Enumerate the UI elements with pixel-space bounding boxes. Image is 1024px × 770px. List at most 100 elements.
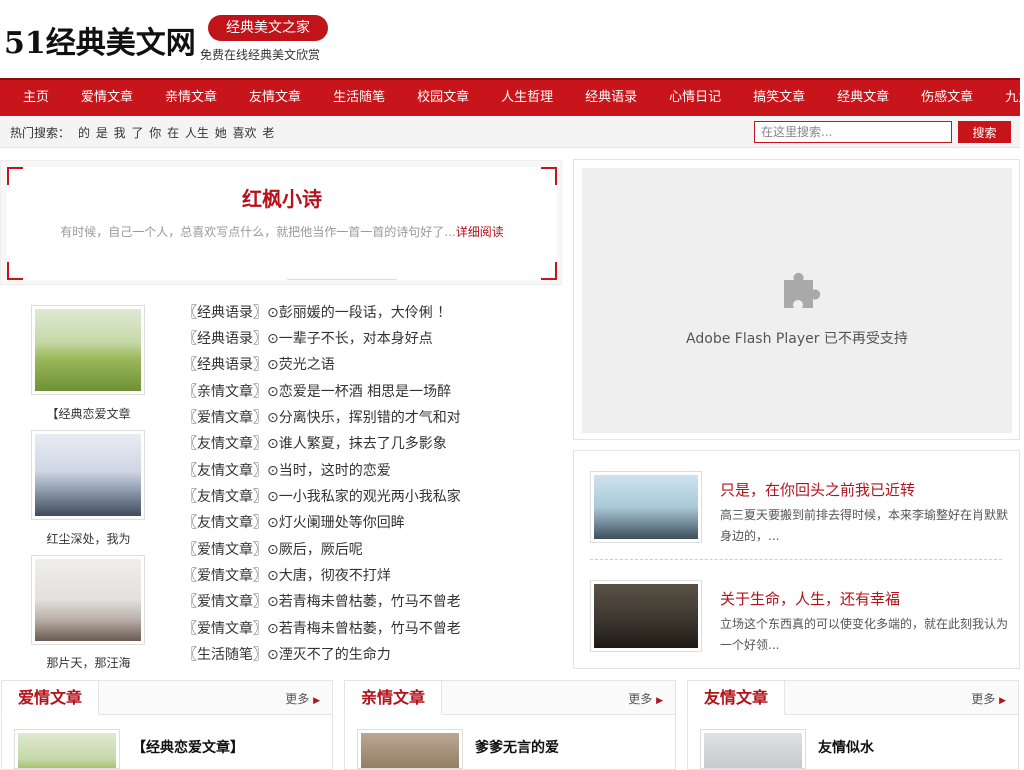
search-input[interactable] bbox=[754, 121, 952, 143]
article-category: 〖经典语录〗 bbox=[183, 331, 267, 347]
article-title: ⊙一小我私家的观光两小我私家 bbox=[267, 489, 461, 505]
story-thumbnail[interactable] bbox=[590, 580, 702, 652]
nav-item-quotes[interactable]: 经典语录 bbox=[566, 80, 650, 116]
more-link-label: 更多 bbox=[285, 692, 310, 706]
article-category: 〖爱情文章〗 bbox=[183, 568, 267, 584]
article-title: ⊙大唐，彻夜不打烊 bbox=[267, 568, 391, 584]
article-title: ⊙荧光之语 bbox=[267, 357, 335, 373]
category-tab[interactable]: 友情文章 bbox=[687, 680, 786, 715]
featured-article-title[interactable]: 红枫小诗 bbox=[7, 183, 557, 212]
thumbnail-caption[interactable]: 红尘深处，我为 bbox=[26, 530, 151, 547]
caret-right-icon: ▶ bbox=[656, 696, 663, 706]
list-item[interactable]: 〖友情文章〗⊙当时，这时的恋爱 bbox=[183, 460, 391, 480]
list-item[interactable]: 〖爱情文章〗⊙分离快乐，挥别错的才气和对 bbox=[183, 407, 461, 427]
list-item[interactable]: 〖友情文章〗⊙一小我私家的观光两小我私家 bbox=[183, 486, 461, 506]
flash-unsupported-message: Adobe Flash Player 已不再受支持 bbox=[686, 331, 908, 347]
thumbnail-caption[interactable]: 那片天，那汪海 bbox=[26, 654, 151, 671]
category-panel-header: 爱情文章 更多 ▶ bbox=[1, 680, 332, 715]
list-item[interactable]: 〖经典语录〗⊙彭丽媛的一段话，大伶俐 ！ bbox=[183, 302, 451, 322]
more-link[interactable]: 更多 ▶ bbox=[628, 690, 663, 707]
nav-item-jiujiu[interactable]: 九九文章 bbox=[986, 80, 1024, 116]
thumbnail-caption[interactable]: 【经典恋爱文章 bbox=[26, 405, 151, 422]
thumbnail-link[interactable] bbox=[31, 555, 145, 645]
flash-placeholder[interactable]: Adobe Flash Player 已不再受支持 bbox=[582, 168, 1012, 433]
list-item[interactable]: 〖生活随笔〗⊙湮灭不了的生命力 bbox=[183, 644, 391, 664]
nav-item-family[interactable]: 亲情文章 bbox=[146, 80, 230, 116]
nav-item-campus[interactable]: 校园文章 bbox=[398, 80, 482, 116]
hot-search-label: 热门搜索： bbox=[10, 126, 71, 140]
search-bar: 热门搜索： 的 是 我 了 你 在 人生 她 喜欢 老 搜索 bbox=[0, 116, 1020, 148]
list-item[interactable]: 〖爱情文章〗⊙若青梅未曾枯萎，竹马不曾老 bbox=[183, 591, 461, 611]
side-stories: 只是，在你回头之前我已近转 高三夏天要搬到前排去得时候，本来李瑜整好在肖默默身边… bbox=[573, 450, 1020, 669]
featured-article-card: 红枫小诗 有时候，自己一个人，总喜欢写点什么，就把他当作一首一首的诗句好了...… bbox=[7, 167, 557, 280]
nav-item-funny[interactable]: 搞笑文章 bbox=[734, 80, 818, 116]
tagline-subtitle: 免费在线经典美文欣赏 bbox=[200, 48, 321, 62]
more-link[interactable]: 更多 ▶ bbox=[971, 690, 1006, 707]
list-item[interactable]: 〖友情文章〗⊙灯火阑珊处等你回眸 bbox=[183, 512, 405, 532]
category-first-title[interactable]: 【经典恋爱文章】 bbox=[132, 737, 244, 757]
read-more-link[interactable]: 详细阅读 bbox=[456, 225, 504, 239]
thumbnail-link[interactable] bbox=[31, 305, 145, 395]
nav-item-classic[interactable]: 经典文章 bbox=[818, 80, 902, 116]
nav-item-friendship[interactable]: 友情文章 bbox=[230, 80, 314, 116]
main-nav: 主页 爱情文章 亲情文章 友情文章 生活随笔 校园文章 人生哲理 经典语录 心情… bbox=[0, 78, 1024, 116]
article-category: 〖友情文章〗 bbox=[183, 489, 267, 505]
category-panel-love: 爱情文章 更多 ▶ 【经典恋爱文章】 bbox=[1, 680, 333, 770]
article-category: 〖爱情文章〗 bbox=[183, 594, 267, 610]
list-item[interactable]: 〖爱情文章〗⊙若青梅未曾枯萎，竹马不曾老 bbox=[183, 618, 461, 638]
nav-item-love[interactable]: 爱情文章 bbox=[62, 80, 146, 116]
caret-right-icon: ▶ bbox=[999, 696, 1006, 706]
featured-article-desc: 有时候，自己一个人，总喜欢写点什么，就把他当作一首一首的诗句好了...详细阅读 bbox=[7, 223, 557, 240]
nav-item-home[interactable]: 主页 bbox=[4, 80, 62, 116]
category-tab[interactable]: 亲情文章 bbox=[344, 680, 443, 715]
hot-search-words[interactable]: 的 是 我 了 你 在 人生 她 喜欢 老 bbox=[78, 124, 274, 141]
nav-item-sad[interactable]: 伤感文章 bbox=[902, 80, 986, 116]
article-category: 〖经典语录〗 bbox=[183, 305, 267, 321]
thumbnail-link[interactable] bbox=[31, 430, 145, 520]
more-link-label: 更多 bbox=[628, 692, 653, 706]
nav-item-philosophy[interactable]: 人生哲理 bbox=[482, 80, 566, 116]
couple-on-bench-image bbox=[35, 309, 141, 391]
divider bbox=[590, 559, 1002, 560]
story-thumbnail[interactable] bbox=[590, 471, 702, 543]
more-link-label: 更多 bbox=[971, 692, 996, 706]
category-first-title[interactable]: 友情似水 bbox=[818, 737, 874, 757]
article-title: ⊙厥后，厥后呢 bbox=[267, 542, 363, 558]
category-first-title[interactable]: 爹爹无言的爱 bbox=[475, 737, 559, 757]
list-item[interactable]: 〖爱情文章〗⊙大唐，彻夜不打烊 bbox=[183, 565, 391, 585]
category-thumbnail[interactable] bbox=[357, 729, 463, 769]
story-title[interactable]: 关于生命，人生，还有幸福 bbox=[720, 588, 900, 609]
girl-by-sea-image bbox=[35, 559, 141, 641]
site-logo[interactable]: 51经典美文网 bbox=[4, 18, 196, 62]
article-title: ⊙当时，这时的恋爱 bbox=[267, 463, 391, 479]
list-item[interactable]: 〖爱情文章〗⊙厥后，厥后呢 bbox=[183, 539, 363, 559]
article-category: 〖爱情文章〗 bbox=[183, 542, 267, 558]
category-panel-header: 亲情文章 更多 ▶ bbox=[344, 680, 675, 715]
list-item[interactable]: 〖友情文章〗⊙谁人繁夏，抹去了几多影象 bbox=[183, 433, 447, 453]
category-image bbox=[361, 733, 459, 768]
search-button[interactable]: 搜索 bbox=[958, 121, 1011, 143]
article-category: 〖生活随笔〗 bbox=[183, 647, 267, 663]
nav-item-life-essays[interactable]: 生活随笔 bbox=[314, 80, 398, 116]
article-title: ⊙若青梅未曾枯萎，竹马不曾老 bbox=[267, 621, 461, 637]
list-item: 关于生命，人生，还有幸福 立场这个东西真的可以使变化多端的，就在此刻我认为一个好… bbox=[590, 580, 1008, 670]
list-item: 只是，在你回头之前我已近转 高三夏天要搬到前排去得时候，本来李瑜整好在肖默默身边… bbox=[590, 471, 1008, 561]
article-category: 〖经典语录〗 bbox=[183, 357, 267, 373]
category-tab[interactable]: 爱情文章 bbox=[1, 680, 100, 715]
article-title: ⊙灯火阑珊处等你回眸 bbox=[267, 515, 405, 531]
article-category: 〖友情文章〗 bbox=[183, 463, 267, 479]
article-title: ⊙湮灭不了的生命力 bbox=[267, 647, 391, 663]
story-title[interactable]: 只是，在你回头之前我已近转 bbox=[720, 479, 915, 500]
more-link[interactable]: 更多 ▶ bbox=[285, 690, 320, 707]
article-title: ⊙彭丽媛的一段话，大伶俐 ！ bbox=[267, 305, 452, 321]
featured-article-summary: 有时候，自己一个人，总喜欢写点什么，就把他当作一首一首的诗句好了... bbox=[60, 225, 456, 239]
list-item[interactable]: 〖经典语录〗⊙一辈子不长，对本身好点 bbox=[183, 328, 433, 348]
article-title: ⊙谁人繁夏，抹去了几多影象 bbox=[267, 436, 447, 452]
list-item[interactable]: 〖经典语录〗⊙荧光之语 bbox=[183, 354, 335, 374]
article-category: 〖爱情文章〗 bbox=[183, 621, 267, 637]
category-thumbnail[interactable] bbox=[700, 729, 806, 769]
category-thumbnail[interactable] bbox=[14, 729, 120, 769]
list-item[interactable]: 〖亲情文章〗⊙恋爱是一杯酒 相思是一场醉 bbox=[183, 381, 451, 401]
nav-item-diary[interactable]: 心情日记 bbox=[650, 80, 734, 116]
story-image bbox=[594, 475, 698, 539]
